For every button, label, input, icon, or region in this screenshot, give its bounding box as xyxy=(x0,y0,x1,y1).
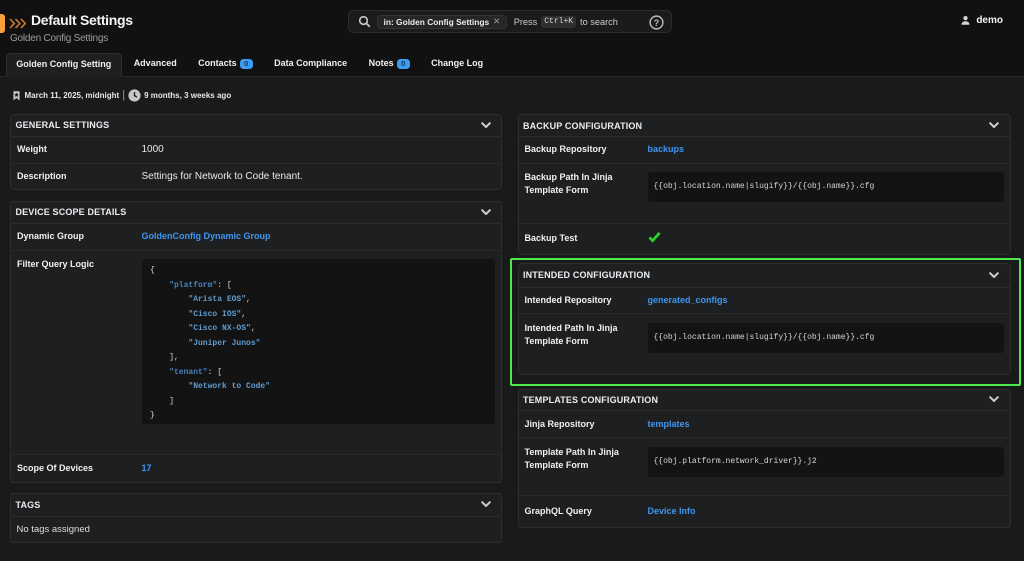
svg-text:?: ? xyxy=(654,18,659,28)
